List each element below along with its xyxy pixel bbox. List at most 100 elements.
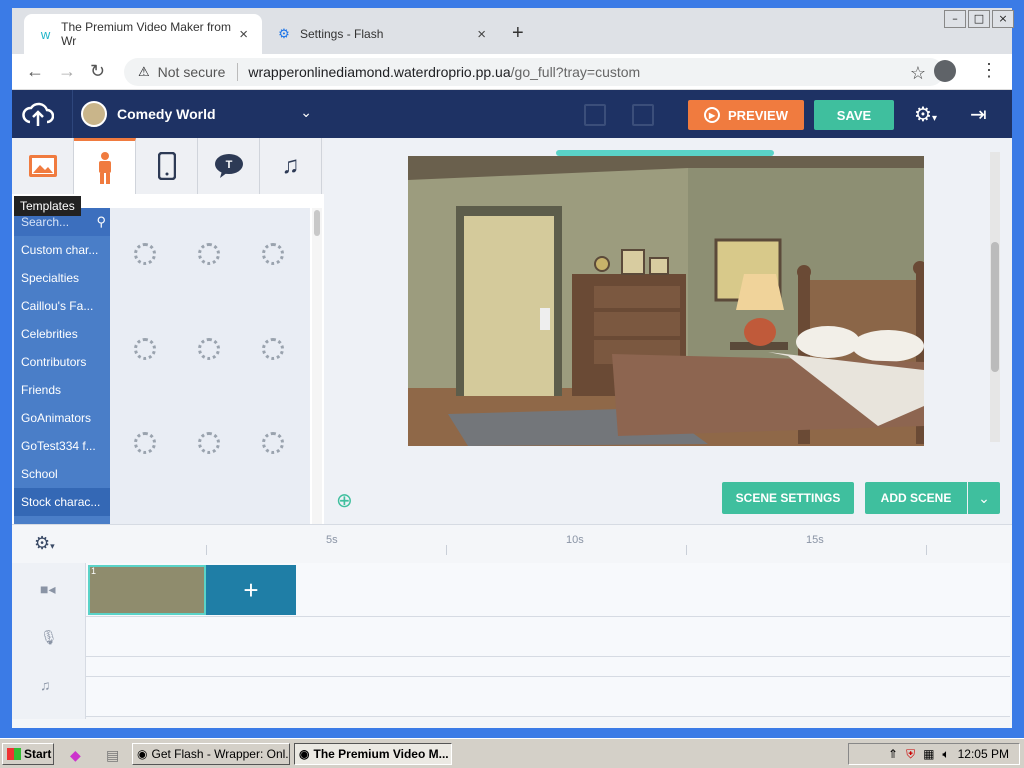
theme-selector[interactable]: Comedy World ⌄ xyxy=(72,90,322,138)
scene-settings-button[interactable]: SCENE SETTINGS xyxy=(722,482,854,514)
asset-grid xyxy=(110,208,310,524)
add-scene-button[interactable]: ADD SCENE xyxy=(865,482,967,514)
tick-label: 5s xyxy=(326,534,338,546)
music-note-icon: ♫ xyxy=(40,677,51,693)
tray-arrow-icon[interactable]: ⇑ xyxy=(888,747,898,761)
window-controls: – □ × xyxy=(944,10,1014,28)
tab-music[interactable]: ♫ xyxy=(260,138,322,194)
browser-icon: ◉ xyxy=(299,747,310,761)
search-icon[interactable]: ⚲ xyxy=(96,214,106,230)
loading-spinner-icon xyxy=(134,243,156,265)
close-tab-icon[interactable]: × xyxy=(239,26,248,43)
play-icon: ▶ xyxy=(704,107,721,123)
forward-arrow-icon[interactable]: → xyxy=(58,61,76,82)
new-tab-button[interactable]: + xyxy=(512,22,524,45)
close-tab-icon[interactable]: × xyxy=(477,26,486,43)
loading-spinner-icon xyxy=(262,243,284,265)
tab-settings-flash[interactable]: ⚙ Settings - Flash × xyxy=(262,14,500,54)
timeline-gear-icon[interactable]: ⚙▾ xyxy=(34,533,55,554)
category-item[interactable]: Caillou's Fa... xyxy=(14,292,110,320)
loading-spinner-icon xyxy=(134,338,156,360)
add-scene-placeholder[interactable]: + xyxy=(206,565,296,615)
security-label: Not secure xyxy=(157,64,226,80)
start-button[interactable]: Start xyxy=(2,743,54,765)
loading-spinner-icon xyxy=(262,338,284,360)
address-bar: ← → ↻ ⚠ Not secure wrapperonlinediamond.… xyxy=(12,54,1012,90)
clock: 12:05 PM xyxy=(957,747,1009,761)
url-field[interactable]: ⚠ Not secure wrapperonlinediamond.waterd… xyxy=(124,58,944,86)
tab-templates[interactable] xyxy=(12,138,74,194)
taskbar: Start ◆ ▤ ◉ Get Flash - Wrapper: Onl... … xyxy=(0,738,1024,768)
scene-canvas[interactable] xyxy=(408,156,924,446)
category-item[interactable]: Specialties xyxy=(14,264,110,292)
bookmark-star-icon[interactable]: ☆ xyxy=(910,63,926,84)
time-ruler[interactable]: 5s 10s 15s xyxy=(86,531,1010,561)
minimize-button[interactable]: – xyxy=(944,10,966,28)
tab-text[interactable]: T xyxy=(198,138,260,194)
category-item-selected[interactable]: Stock charac... xyxy=(14,488,110,516)
exit-icon[interactable]: ⇥ xyxy=(970,102,987,127)
system-tray: ⇑ ⛨ ▦ 🔈︎ 12:05 PM xyxy=(848,743,1020,765)
asset-scrollbar[interactable] xyxy=(312,208,322,524)
quicklaunch-icon[interactable]: ◆ xyxy=(70,747,81,764)
category-item[interactable]: Contributors xyxy=(14,348,110,376)
copy-icon[interactable] xyxy=(584,104,606,126)
paste-icon[interactable] xyxy=(632,104,654,126)
url-path: /go_full?tray=custom xyxy=(510,64,641,80)
loading-spinner-icon xyxy=(198,243,220,265)
tab-props[interactable] xyxy=(136,138,198,194)
scrollbar-thumb[interactable] xyxy=(314,210,320,236)
warning-icon: ⚠ xyxy=(138,64,150,79)
music-note-icon: ♫ xyxy=(281,152,300,179)
camera-icon: ■◂ xyxy=(40,581,56,597)
volume-icon[interactable]: 🔈︎ xyxy=(942,747,949,762)
account-avatar-icon[interactable] xyxy=(934,60,956,82)
add-scene-dropdown[interactable]: ⌄ xyxy=(968,482,1000,514)
browser-window: – □ × w The Premium Video Maker from Wr … xyxy=(0,0,1024,738)
track-labels: ■◂ 🎙︎ ♫ xyxy=(12,563,86,719)
taskbar-button-video-maker[interactable]: ◉ The Premium Video M... xyxy=(294,743,452,765)
loading-spinner-icon xyxy=(134,432,156,454)
tab-video-maker[interactable]: w The Premium Video Maker from Wr × xyxy=(24,14,262,54)
category-list: Search... ⚲ Custom char... Specialties C… xyxy=(14,208,110,524)
cloud-upload-icon[interactable] xyxy=(22,100,54,128)
microphone-icon: 🎙︎ xyxy=(40,629,58,645)
close-window-button[interactable]: × xyxy=(992,10,1014,28)
taskbar-button-label: The Premium Video M... xyxy=(313,747,449,761)
security-alert-icon[interactable]: ⛨ xyxy=(906,747,915,762)
loading-spinner-icon xyxy=(198,338,220,360)
browser-icon: ◉ xyxy=(137,747,148,761)
taskbar-button-get-flash[interactable]: ◉ Get Flash - Wrapper: Onl... xyxy=(132,743,290,765)
category-item[interactable]: Celebrities xyxy=(14,320,110,348)
chevron-down-icon: ⌄ xyxy=(300,104,312,120)
url-domain: wrapperonlinediamond.waterdroprio.pp.ua xyxy=(248,64,511,80)
scene-number: 1 xyxy=(91,566,97,576)
app-header: Comedy World ⌄ ▶ PREVIEW SAVE ⚙▾ ⇥ xyxy=(12,90,1012,138)
settings-gear-icon[interactable]: ⚙▾ xyxy=(914,102,937,127)
speech-bubble-icon: T xyxy=(214,154,243,178)
back-arrow-icon[interactable]: ← xyxy=(26,61,44,82)
save-button[interactable]: SAVE xyxy=(814,100,894,130)
reload-icon[interactable]: ↻ xyxy=(90,61,105,82)
maximize-button[interactable]: □ xyxy=(968,10,990,28)
category-item[interactable]: GoAnimators xyxy=(14,404,110,432)
quicklaunch-icon[interactable]: ▤ xyxy=(106,747,119,764)
category-item[interactable]: School xyxy=(14,460,110,488)
browser-menu-icon[interactable]: ⋮ xyxy=(980,60,998,81)
gear-icon: ⚙ xyxy=(278,26,290,41)
tab-characters[interactable] xyxy=(74,138,136,194)
phone-icon xyxy=(157,152,176,180)
tick-label: 15s xyxy=(806,534,824,546)
zoom-in-icon[interactable]: ⊕ xyxy=(336,488,353,513)
stage-scrollbar[interactable] xyxy=(990,152,1000,442)
category-item[interactable]: Friends xyxy=(14,376,110,404)
category-item[interactable]: Custom char... xyxy=(14,236,110,264)
category-item[interactable]: GoTest334 f... xyxy=(14,432,110,460)
scrollbar-thumb[interactable] xyxy=(991,242,999,372)
loading-spinner-icon xyxy=(198,432,220,454)
loading-spinner-icon xyxy=(262,432,284,454)
scene-thumbnail[interactable]: 1 xyxy=(88,565,206,615)
network-icon[interactable]: ▦ xyxy=(923,747,934,761)
theme-name: Comedy World xyxy=(117,106,216,122)
preview-button[interactable]: ▶ PREVIEW xyxy=(688,100,804,130)
